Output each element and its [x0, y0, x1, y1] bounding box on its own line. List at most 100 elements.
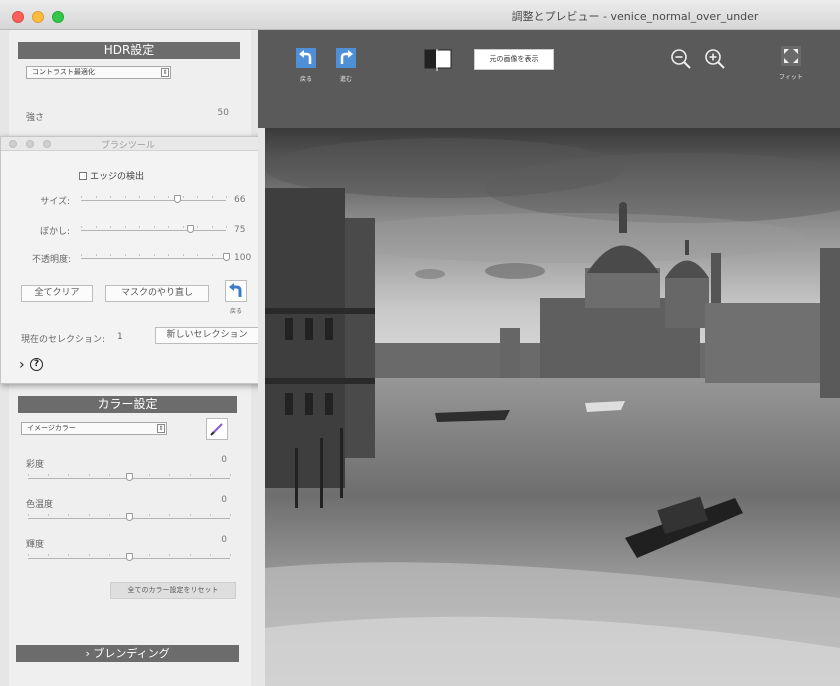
slider-tick [28, 474, 29, 476]
opacity-value: 100 [234, 253, 252, 263]
slider-tick [211, 196, 213, 198]
slider-tick [95, 254, 97, 256]
strength-label: 強さ [26, 113, 45, 123]
window-titlebar: 調整とプレビュー - venice_normal_over_under [0, 0, 840, 30]
slider-tick [211, 226, 213, 228]
slider-knob[interactable] [126, 553, 133, 561]
slider-tick [230, 474, 231, 476]
blur-value: 75 [234, 225, 246, 235]
brush-size-slider[interactable] [81, 195, 227, 204]
slider-tick [209, 514, 211, 516]
slider-tick [139, 196, 140, 198]
slider-tick [226, 196, 227, 198]
hdr-preset-select[interactable]: コントラスト最適化 ⇕ [26, 66, 171, 79]
slider-tick [149, 474, 151, 476]
slider-tick [28, 554, 29, 556]
minimize-window-button[interactable] [32, 11, 44, 23]
temperature-label: 色温度 [26, 500, 54, 510]
slider-tick [230, 554, 231, 556]
help-icon[interactable]: ? [30, 358, 43, 371]
hdr-settings-header[interactable]: HDR設定 [18, 42, 240, 59]
blending-header[interactable]: › ブレンディング [16, 645, 239, 662]
split-view-toggle[interactable] [424, 49, 454, 71]
saturation-value: 0 [221, 455, 227, 465]
fit-button[interactable] [781, 46, 801, 66]
color-picker-button[interactable] [206, 418, 228, 440]
show-original-button[interactable]: 元の画像を表示 [474, 49, 554, 70]
slider-tick [169, 514, 171, 516]
current-selection-value: 1 [117, 332, 123, 342]
slider-track [81, 230, 226, 231]
zoom-in-button[interactable] [704, 48, 726, 70]
redo-mask-button[interactable]: マスクのやり直し [105, 285, 209, 302]
slider-tick [209, 554, 211, 556]
temperature-slider[interactable] [28, 513, 231, 522]
reset-color-settings-button[interactable]: 全てのカラー設定をリセット [110, 582, 236, 599]
color-settings-header[interactable]: カラー設定 [18, 396, 237, 413]
slider-tick [48, 514, 50, 516]
undo-arrow-icon [229, 283, 242, 297]
slider-knob[interactable] [173, 195, 181, 203]
slider-tick [168, 196, 169, 198]
image-preview[interactable] [265, 128, 840, 686]
slider-tick [110, 226, 111, 228]
slider-tick [182, 196, 184, 198]
slider-tick [68, 514, 70, 516]
saturation-slider[interactable] [28, 473, 231, 482]
brush-opacity-slider[interactable] [81, 253, 230, 262]
redo-button[interactable] [336, 48, 356, 68]
palette-minimize-button[interactable] [26, 140, 34, 148]
slider-tick [168, 226, 169, 228]
slider-tick [108, 514, 110, 516]
slider-knob[interactable] [186, 225, 194, 233]
hdr-preset-value: コントラスト最適化 [32, 68, 95, 76]
redo-arrow-icon [336, 48, 356, 68]
color-preset-select[interactable]: イメージカラー ⇕ [21, 422, 167, 435]
palette-zoom-button[interactable] [43, 140, 51, 148]
brightness-slider[interactable] [28, 553, 231, 562]
slider-tick [88, 554, 90, 556]
slider-tick [124, 226, 126, 228]
help-glyph: ? [33, 359, 40, 369]
zoom-window-button[interactable] [52, 11, 64, 23]
slider-tick [169, 554, 171, 556]
saturation-label: 彩度 [26, 460, 45, 470]
edge-detect-checkbox[interactable]: エッジの検出 [79, 169, 144, 182]
current-selection-label: 現在のセレクション: [21, 335, 106, 345]
slider-tick [124, 196, 126, 198]
brush-blur-slider[interactable] [81, 225, 227, 234]
undo-arrow-icon [296, 48, 316, 68]
slider-tick [81, 196, 82, 198]
checkbox-box[interactable] [79, 172, 87, 180]
brightness-label: 輝度 [26, 540, 45, 550]
undo-label: 戻る [299, 76, 312, 83]
slider-tick [153, 196, 155, 198]
clear-all-button[interactable]: 全てクリア [21, 285, 93, 302]
slider-tick [139, 254, 140, 256]
venice-photo [265, 128, 840, 686]
strength-value: 50 [217, 108, 229, 118]
slider-tick [189, 474, 191, 476]
slider-tick [95, 196, 97, 198]
close-window-button[interactable] [12, 11, 24, 23]
brush-tool-titlebar[interactable]: ブラシツール [1, 137, 268, 151]
brush-undo-button[interactable] [225, 280, 247, 302]
brush-undo-label: 戻る [229, 308, 242, 315]
edge-detect-label: エッジの検出 [90, 172, 145, 182]
slider-tick [209, 474, 211, 476]
size-label: サイズ: [40, 197, 70, 207]
undo-button[interactable] [296, 48, 316, 68]
palette-close-button[interactable] [9, 140, 17, 148]
slider-tick [182, 254, 184, 256]
new-selection-button[interactable]: 新しいセレクション [155, 327, 259, 344]
slider-knob[interactable] [223, 253, 230, 261]
expand-arrow-icon[interactable]: › [19, 357, 25, 373]
brightness-value: 0 [221, 535, 227, 545]
slider-knob[interactable] [126, 473, 133, 481]
slider-knob[interactable] [126, 513, 133, 521]
zoom-out-button[interactable] [670, 48, 692, 70]
slider-tick [168, 254, 169, 256]
fit-label: フィット [779, 74, 803, 81]
slider-tick [197, 254, 198, 256]
select-arrow-icon: ⇕ [161, 68, 169, 77]
